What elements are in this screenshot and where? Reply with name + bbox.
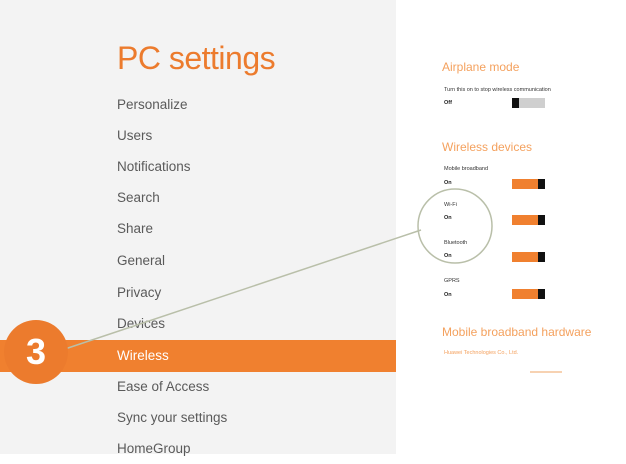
toggle-thumb [538, 252, 545, 262]
device-gprs-state: On [444, 292, 452, 298]
airplane-mode-description: Turn this on to stop wireless communicat… [444, 87, 551, 93]
nav-item-share[interactable]: Share [0, 214, 396, 244]
device-wifi-label: Wi-Fi [444, 202, 457, 208]
airplane-mode-heading: Airplane mode [442, 60, 520, 74]
device-bluetooth-label: Bluetooth [444, 240, 468, 246]
toggle-thumb [538, 179, 545, 189]
wifi-toggle[interactable] [512, 215, 545, 225]
wireless-devices-heading: Wireless devices [442, 140, 533, 154]
device-bluetooth-state: On [444, 253, 452, 259]
nav-item-ease-of-access[interactable]: Ease of Access [0, 372, 396, 402]
page-title: PC settings [117, 40, 276, 76]
airplane-mode-state: Off [444, 100, 452, 106]
toggle-thumb [538, 289, 545, 299]
nav-item-general[interactable]: General [0, 246, 396, 276]
bluetooth-toggle[interactable] [512, 252, 545, 262]
nav-item-sync-settings[interactable]: Sync your settings [0, 403, 396, 433]
nav-item-search[interactable]: Search [0, 183, 396, 213]
toggle-thumb [512, 98, 519, 108]
mobile-broadband-toggle[interactable] [512, 179, 545, 189]
device-mobile-broadband-state: On [444, 180, 452, 186]
device-wifi-state: On [444, 215, 452, 221]
gprs-toggle[interactable] [512, 289, 545, 299]
hardware-vendor: Huawei Technologies Co., Ltd. [444, 350, 519, 356]
device-mobile-broadband-label: Mobile broadband [444, 166, 489, 172]
nav-item-notifications[interactable]: Notifications [0, 152, 396, 182]
nav-item-homegroup[interactable]: HomeGroup [0, 434, 396, 464]
hardware-underline [530, 371, 562, 373]
nav-item-users[interactable]: Users [0, 121, 396, 151]
nav-item-privacy[interactable]: Privacy [0, 278, 396, 308]
step-number-badge: 3 [4, 320, 68, 384]
nav-item-personalize[interactable]: Personalize [0, 90, 396, 120]
device-gprs-label: GPRS [444, 278, 460, 284]
hardware-heading: Mobile broadband hardware [442, 325, 592, 339]
toggle-thumb [538, 215, 545, 225]
airplane-mode-toggle[interactable] [512, 98, 545, 108]
